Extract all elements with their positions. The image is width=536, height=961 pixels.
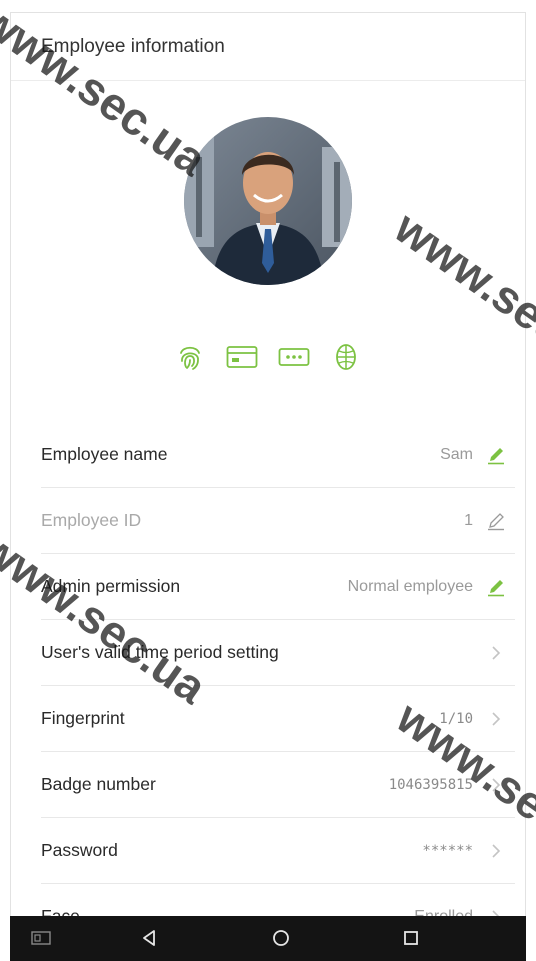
row-fingerprint[interactable]: Fingerprint 1/10 <box>41 686 515 752</box>
row-face[interactable]: Face Enrolled <box>41 884 515 916</box>
header: Employee information <box>11 13 525 81</box>
chevron-right-icon <box>485 642 507 664</box>
row-label: Badge number <box>41 774 156 794</box>
avatar[interactable] <box>184 117 352 285</box>
recents-icon[interactable] <box>400 927 422 949</box>
row-value: 1 <box>464 511 473 529</box>
system-navigation-bar <box>10 916 526 961</box>
row-label: Password <box>41 840 118 860</box>
edit-icon[interactable] <box>485 576 507 598</box>
row-label: Face <box>41 906 80 916</box>
employee-fields-list: Employee name Sam Employee ID 1 Admin pe… <box>41 422 515 916</box>
chevron-right-icon <box>485 906 507 916</box>
employee-photo <box>184 117 352 285</box>
home-icon[interactable] <box>270 927 292 949</box>
verification-methods <box>11 340 525 374</box>
row-admin-permission[interactable]: Admin permission Normal employee <box>41 554 515 620</box>
back-icon[interactable] <box>138 927 160 949</box>
employee-info-screen: Employee information Employee name Sam E… <box>10 12 526 916</box>
face-icon <box>329 340 363 374</box>
avatar-container <box>11 117 525 285</box>
page-title: Employee information <box>41 35 225 57</box>
row-label: Employee ID <box>41 510 142 530</box>
row-password[interactable]: Password ****** <box>41 818 515 884</box>
row-value: Normal employee <box>347 577 473 595</box>
row-value: Enrolled <box>414 907 473 917</box>
row-value: Sam <box>440 445 473 463</box>
row-employee-name[interactable]: Employee name Sam <box>41 422 515 488</box>
row-label: User's valid time period setting <box>41 642 279 662</box>
edit-icon[interactable] <box>485 444 507 466</box>
fingerprint-icon <box>173 340 207 374</box>
row-valid-time-period[interactable]: User's valid time period setting <box>41 620 515 686</box>
row-value: ****** <box>422 842 473 859</box>
row-label: Admin permission <box>41 576 181 596</box>
row-label: Fingerprint <box>41 708 125 728</box>
screenshot-icon[interactable] <box>30 927 52 949</box>
card-icon <box>225 340 259 374</box>
chevron-right-icon <box>485 708 507 730</box>
row-employee-id: Employee ID 1 <box>41 488 515 554</box>
row-badge-number[interactable]: Badge number 1046395815 <box>41 752 515 818</box>
edit-icon-disabled <box>485 510 507 532</box>
chevron-right-icon <box>485 774 507 796</box>
password-icon <box>277 340 311 374</box>
row-value: 1046395815 <box>388 776 473 793</box>
row-value: 1/10 <box>439 710 473 727</box>
chevron-right-icon <box>485 840 507 862</box>
row-label: Employee name <box>41 444 168 464</box>
